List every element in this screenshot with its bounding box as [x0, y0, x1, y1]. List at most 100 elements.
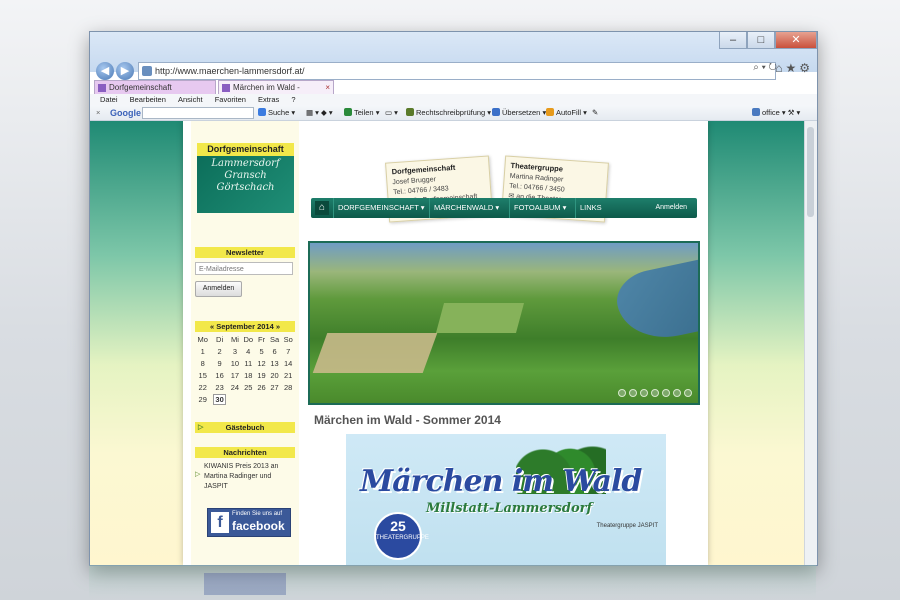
calendar-week-row: 29 30 [195, 393, 295, 405]
calendar-day[interactable]: 4 [241, 345, 255, 357]
slider-dot[interactable] [618, 389, 626, 397]
calendar-day[interactable]: 6 [268, 345, 282, 357]
calendar-day[interactable]: 7 [281, 345, 295, 357]
email-field[interactable]: E-Mailadresse [195, 262, 293, 275]
calendar-day[interactable]: 5 [255, 345, 267, 357]
calendar-title[interactable]: « September 2014 » [195, 321, 295, 332]
nav-label: MÄRCHENWALD [434, 203, 494, 212]
menu-extras[interactable]: Extras [258, 95, 279, 104]
site-logo[interactable]: Dorfgemeinschaft Lammersdorf Gransch Gör… [197, 143, 294, 213]
image-slider[interactable] [308, 241, 700, 405]
newsletter-subscribe-button[interactable]: Anmelden [195, 281, 242, 297]
calendar-day[interactable]: 15 [195, 369, 210, 381]
maximize-button[interactable]: □ [747, 32, 775, 49]
toolbar-search-input[interactable] [142, 107, 254, 119]
calendar-day[interactable]: 29 [195, 393, 210, 405]
slider-dot[interactable] [684, 389, 692, 397]
menu-datei[interactable]: Datei [100, 95, 118, 104]
nav-label: DORFGEMEINSCHAFT [338, 203, 419, 212]
calendar-day[interactable]: 9 [210, 357, 228, 369]
calendar-day[interactable]: 3 [229, 345, 241, 357]
address-tools[interactable]: ⌕ ▾ ↻ [753, 62, 777, 73]
toolbar-misc-buttons[interactable]: ▦ ▾ ◆ ▾ [306, 105, 333, 120]
toolbar-user-button[interactable]: office ▾ ⚒ ▾ [752, 105, 800, 120]
vertical-scrollbar[interactable] [804, 121, 817, 565]
calendar-day [255, 393, 267, 405]
calendar-day[interactable]: 22 [195, 381, 210, 393]
home-icon[interactable]: ⌂ [315, 201, 329, 215]
calendar-day[interactable]: 18 [241, 369, 255, 381]
calendar-day[interactable]: 28 [281, 381, 295, 393]
toolbar-bookmark-button[interactable]: ▭ ▾ [385, 105, 398, 120]
spellcheck-icon [406, 108, 414, 116]
nav-links[interactable]: LINKS [575, 198, 606, 218]
toolbar-share-button[interactable]: Teilen ▾ [344, 105, 379, 120]
calendar-day[interactable]: 26 [255, 381, 267, 393]
toolbar-translate-button[interactable]: Übersetzen ▾ [492, 105, 546, 120]
nav-maerchenwald[interactable]: MÄRCHENWALD ▾ [429, 198, 503, 218]
slider-dot[interactable] [629, 389, 637, 397]
slider-dot[interactable] [662, 389, 670, 397]
tab-close-icon[interactable]: × [325, 81, 330, 95]
calendar-day[interactable]: 1 [195, 345, 210, 357]
calendar-day-name: Do [243, 334, 254, 344]
tab-favicon [98, 84, 106, 92]
menu-favoriten[interactable]: Favoriten [215, 95, 246, 104]
calendar-day-today[interactable]: 30 [210, 393, 228, 405]
calendar-day[interactable]: 2 [210, 345, 228, 357]
toolbar-close-icon[interactable]: × [96, 105, 100, 120]
scrollbar-thumb[interactable] [807, 127, 814, 217]
slider-dot[interactable] [640, 389, 648, 397]
calendar-day[interactable]: 12 [255, 357, 267, 369]
slider-dot[interactable] [673, 389, 681, 397]
slider-dot[interactable] [651, 389, 659, 397]
menu-help[interactable]: ? [291, 95, 295, 104]
nav-label: FOTOALBUM [514, 203, 561, 212]
address-bar[interactable]: http://www.maerchen-lammersdorf.at/ [138, 62, 776, 80]
tab-dorfgemeinschaft[interactable]: Dorfgemeinschaft Lammersdo... [94, 80, 216, 106]
toolbar-spell-button[interactable]: Rechtschreibprüfung ▾ [406, 105, 491, 120]
calendar-day[interactable]: 27 [268, 381, 282, 393]
share-icon [344, 108, 352, 116]
guestbook-link[interactable]: Gästebuch [195, 422, 295, 433]
calendar-day[interactable]: 14 [281, 357, 295, 369]
translate-icon [492, 108, 500, 116]
calendar-day[interactable]: 23 [210, 381, 228, 393]
close-button[interactable]: ✕ [775, 32, 817, 49]
url-text: http://www.maerchen-lammersdorf.at/ [155, 66, 305, 76]
tab-maerchen[interactable]: Märchen im Wald - Somme... × [218, 80, 334, 106]
calendar-day[interactable]: 17 [229, 369, 241, 381]
calendar-day[interactable]: 24 [229, 381, 241, 393]
calendar-day[interactable]: 19 [255, 369, 267, 381]
calendar-day[interactable]: 20 [268, 369, 282, 381]
facebook-small-text: Finden Sie uns auf [232, 511, 283, 517]
calendar-day[interactable]: 8 [195, 357, 210, 369]
facebook-icon: f [211, 512, 229, 533]
event-poster[interactable]: Märchen im Wald Millstatt-Lammersdorf 25… [346, 434, 666, 565]
highlighter-icon[interactable]: ✎ [592, 105, 598, 120]
calendar-day[interactable]: 13 [268, 357, 282, 369]
facebook-badge[interactable]: f Finden Sie uns auf facebook [207, 508, 291, 537]
calendar-day[interactable]: 11 [241, 357, 255, 369]
calendar-day[interactable]: 16 [210, 369, 228, 381]
minimize-button[interactable]: – [719, 32, 747, 49]
calendar-day[interactable]: 21 [281, 369, 295, 381]
google-logo: Google [110, 108, 141, 118]
news-item[interactable]: KIWANIS Preis 2013 an Martina Radinger u… [195, 462, 295, 492]
toolbar-search-button[interactable]: Suche ▾ [258, 105, 295, 120]
field-shape [435, 303, 525, 333]
nav-dorfgemeinschaft[interactable]: DORFGEMEINSCHAFT ▾ [333, 198, 429, 218]
menu-bearbeiten[interactable]: Bearbeiten [130, 95, 166, 104]
calendar-day[interactable]: 10 [229, 357, 241, 369]
calendar-day[interactable]: 25 [241, 381, 255, 393]
menu-ansicht[interactable]: Ansicht [178, 95, 203, 104]
nav-fotoalbum[interactable]: FOTOALBUM ▾ [509, 198, 570, 218]
autofill-icon [546, 108, 554, 116]
back-icon[interactable]: ◀ [96, 62, 114, 80]
toolbar-autofill-button[interactable]: AutoFill ▾ [546, 105, 587, 120]
calendar-day [268, 393, 282, 405]
home-favorites-settings-icons[interactable]: ⌂★⚙ [775, 61, 813, 75]
menu-bar: Datei Bearbeiten Ansicht Favoriten Extra… [90, 94, 817, 105]
login-link[interactable]: Anmelden [655, 198, 687, 218]
forward-icon[interactable]: ▶ [116, 62, 134, 80]
